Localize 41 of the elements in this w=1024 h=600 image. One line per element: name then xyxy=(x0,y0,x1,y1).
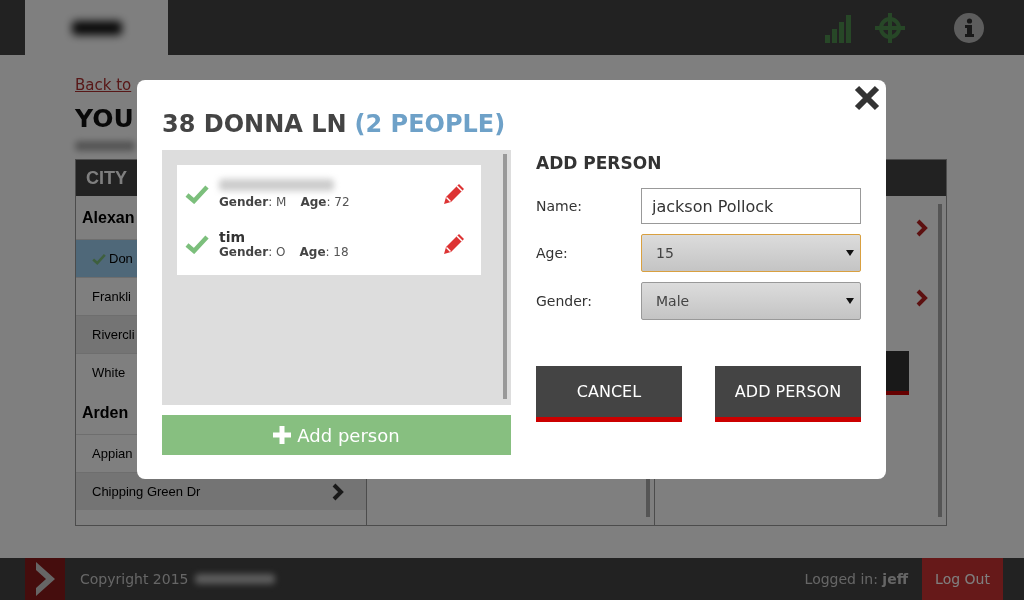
gender-text: Gender: M xyxy=(219,195,287,209)
chevron-icon xyxy=(916,219,928,237)
scrollbar[interactable] xyxy=(503,154,507,399)
field-label: Name: xyxy=(536,198,584,214)
street-name: Frankli xyxy=(92,289,131,304)
chevron-icon xyxy=(916,289,928,307)
close-icon[interactable] xyxy=(854,85,880,111)
dialog-button[interactable]: CANCEL xyxy=(536,366,682,422)
dialog-button[interactable]: ADD PERSON xyxy=(715,366,861,422)
copyright-text: Copyright 2015 xyxy=(80,571,189,587)
name-field[interactable]: jackson Pollock xyxy=(641,188,861,224)
select-field[interactable]: Male xyxy=(641,282,861,320)
plus-icon xyxy=(273,426,292,444)
logout-button[interactable]: Log Out xyxy=(922,558,1003,600)
street-name: Appian xyxy=(92,446,133,461)
dialog-title: 38 DONNA LN xyxy=(162,110,347,138)
scrollbar[interactable] xyxy=(938,204,942,517)
street-name: Chipping Green Dr xyxy=(92,484,201,499)
select-field[interactable]: 15 xyxy=(641,234,861,272)
info-icon[interactable] xyxy=(954,12,984,43)
age-text: Age: 18 xyxy=(299,245,349,259)
pencil-icon[interactable] xyxy=(442,232,466,256)
street-name: White xyxy=(92,365,126,380)
people-count: (2 PEOPLE) xyxy=(354,110,506,138)
page-heading: YOU xyxy=(75,104,134,133)
gender-text: Gender: O xyxy=(219,245,286,259)
logo-icon xyxy=(25,558,65,600)
signal-icon[interactable] xyxy=(824,12,852,43)
crosshair-icon[interactable] xyxy=(874,11,906,44)
dropdown-icon xyxy=(846,298,854,304)
back-link[interactable]: Back to xyxy=(75,76,132,96)
field-label: Age: xyxy=(536,245,569,261)
logged-in-text: Logged in: jeff xyxy=(804,571,908,587)
field-label: Gender: xyxy=(536,293,594,309)
pencil-icon[interactable] xyxy=(442,182,466,206)
logo-tab[interactable] xyxy=(25,0,168,55)
form-title: ADD PERSON xyxy=(536,153,663,175)
street-name: Rivercli xyxy=(92,327,135,342)
dropdown-icon xyxy=(846,250,854,256)
street-name: Don xyxy=(109,251,133,266)
age-text: Age: 72 xyxy=(300,195,350,209)
